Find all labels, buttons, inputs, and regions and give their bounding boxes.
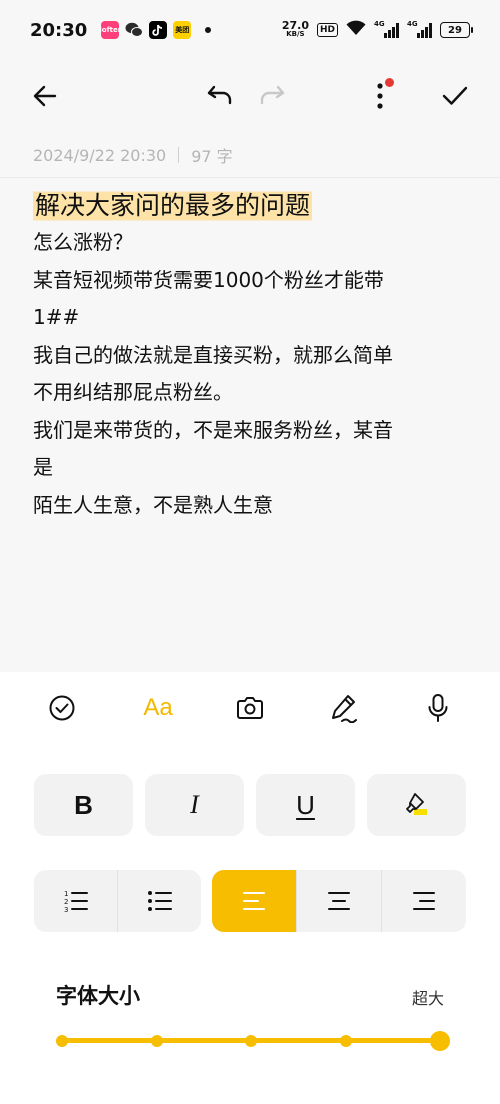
signal-icon-sim1: 4G	[374, 20, 399, 38]
redo-button[interactable]	[252, 76, 292, 116]
align-center-icon	[328, 892, 350, 910]
checklist-button[interactable]	[42, 688, 82, 728]
wifi-icon	[346, 20, 366, 40]
signal-icon-sim2: 4G	[407, 20, 432, 38]
slider-stop[interactable]	[245, 1035, 257, 1047]
status-time: 20:30	[30, 19, 88, 41]
redo-icon	[260, 85, 285, 105]
status-indicators: 27.0 KB/S HD 4G 4G 29	[281, 19, 473, 40]
notification-dot	[385, 78, 394, 87]
note-meta: 2024/9/22 20:30 97 字	[33, 143, 233, 167]
list-style-group: 1 2 3	[34, 870, 201, 932]
check-icon	[442, 86, 468, 105]
note-line[interactable]: 是	[33, 449, 473, 487]
note-line[interactable]: 1##	[33, 299, 473, 337]
slider-stop[interactable]	[56, 1035, 68, 1047]
italic-button[interactable]: I	[145, 774, 244, 836]
slider-stop[interactable]	[339, 1035, 352, 1047]
header-divider	[0, 177, 500, 178]
done-button[interactable]	[435, 76, 475, 116]
svg-text:1: 1	[64, 890, 68, 898]
back-button[interactable]	[25, 76, 65, 116]
hd-voice-icon: HD	[316, 23, 338, 37]
check-circle-icon	[49, 695, 75, 721]
svg-text:2: 2	[64, 898, 68, 906]
bullet-list-button[interactable]	[117, 870, 201, 932]
align-right-icon	[413, 892, 435, 910]
highlighter-icon	[405, 793, 427, 815]
editor-toolbar	[0, 60, 500, 130]
status-bar: 20:30 lofter 美团 27.0 KB/S HD 4G 4G 29	[0, 0, 500, 60]
slider-stop[interactable]	[150, 1035, 163, 1047]
note-word-count: 97 字	[191, 147, 233, 166]
battery-icon: 29	[440, 22, 473, 38]
note-datetime: 2024/9/22 20:30	[33, 145, 167, 165]
alignment-group	[212, 870, 466, 932]
text-format-button[interactable]: Aa	[136, 688, 180, 728]
wechat-app-icon	[125, 21, 144, 39]
douyin-app-icon	[149, 21, 168, 39]
status-app-icons: lofter 美团	[99, 21, 212, 39]
align-right-button[interactable]	[381, 870, 466, 932]
more-notifications-dot	[205, 27, 212, 33]
note-line[interactable]: 怎么涨粉？	[33, 224, 473, 262]
undo-icon	[207, 85, 232, 105]
note-line[interactable]: 我自己的做法就是直接买粉，就那么简单	[33, 337, 473, 375]
battery-level: 29	[448, 24, 462, 36]
network-speed-unit: KB/S	[286, 30, 305, 38]
bullet-list-icon	[147, 891, 172, 911]
numbered-list-icon: 1 2 3	[64, 890, 88, 914]
pen-icon	[332, 695, 357, 723]
underline-button[interactable]: U	[256, 774, 355, 836]
note-line[interactable]: 我们是来带货的，不是来服务粉丝，某音	[33, 412, 473, 450]
note-title[interactable]: 解决大家问的最多的问题	[33, 188, 313, 224]
arrow-left-icon	[33, 85, 57, 107]
svg-text:3: 3	[64, 906, 68, 914]
bold-button[interactable]: B	[34, 774, 133, 836]
microphone-icon	[428, 694, 448, 722]
lofter-app-icon: lofter	[99, 21, 121, 39]
more-options-button[interactable]	[360, 76, 400, 116]
text-style-row: B I U	[34, 774, 466, 836]
tool-row: Aa	[0, 688, 500, 728]
more-vertical-icon	[377, 83, 383, 109]
voice-input-button[interactable]	[418, 688, 458, 728]
network-speed: 27.0 KB/S	[281, 19, 309, 39]
undo-button[interactable]	[200, 76, 240, 116]
signal-sim1-label: 4G	[374, 20, 385, 28]
camera-button[interactable]	[230, 688, 270, 728]
font-size-slider[interactable]	[56, 1029, 450, 1053]
align-left-button[interactable]	[212, 870, 296, 932]
font-size-value: 超大	[411, 989, 444, 1008]
meituan-app-icon: 美团	[173, 21, 192, 39]
note-line[interactable]: 不用纠结那屁点粉丝。	[33, 374, 473, 412]
network-speed-value: 27.0	[281, 19, 309, 32]
note-line[interactable]: 陌生人生意，不是熟人生意	[33, 487, 473, 525]
camera-icon	[237, 697, 263, 719]
format-panel: Aa B I U 1 2 3 字体大小 超大	[0, 672, 500, 1104]
handwriting-button[interactable]	[324, 688, 364, 728]
note-line[interactable]: 某音短视频带货需要1000个粉丝才能带	[33, 262, 473, 300]
numbered-list-button[interactable]: 1 2 3	[34, 870, 117, 932]
highlight-button[interactable]	[367, 774, 466, 836]
signal-sim2-label: 4G	[407, 20, 418, 28]
font-size-label: 字体大小	[56, 984, 140, 1008]
align-center-button[interactable]	[296, 870, 381, 932]
align-left-icon	[243, 892, 265, 910]
note-editor[interactable]: 解决大家问的最多的问题 怎么涨粉？ 某音短视频带货需要1000个粉丝才能带 1#…	[33, 188, 473, 524]
slider-thumb[interactable]	[430, 1031, 450, 1051]
meta-divider	[178, 147, 180, 163]
